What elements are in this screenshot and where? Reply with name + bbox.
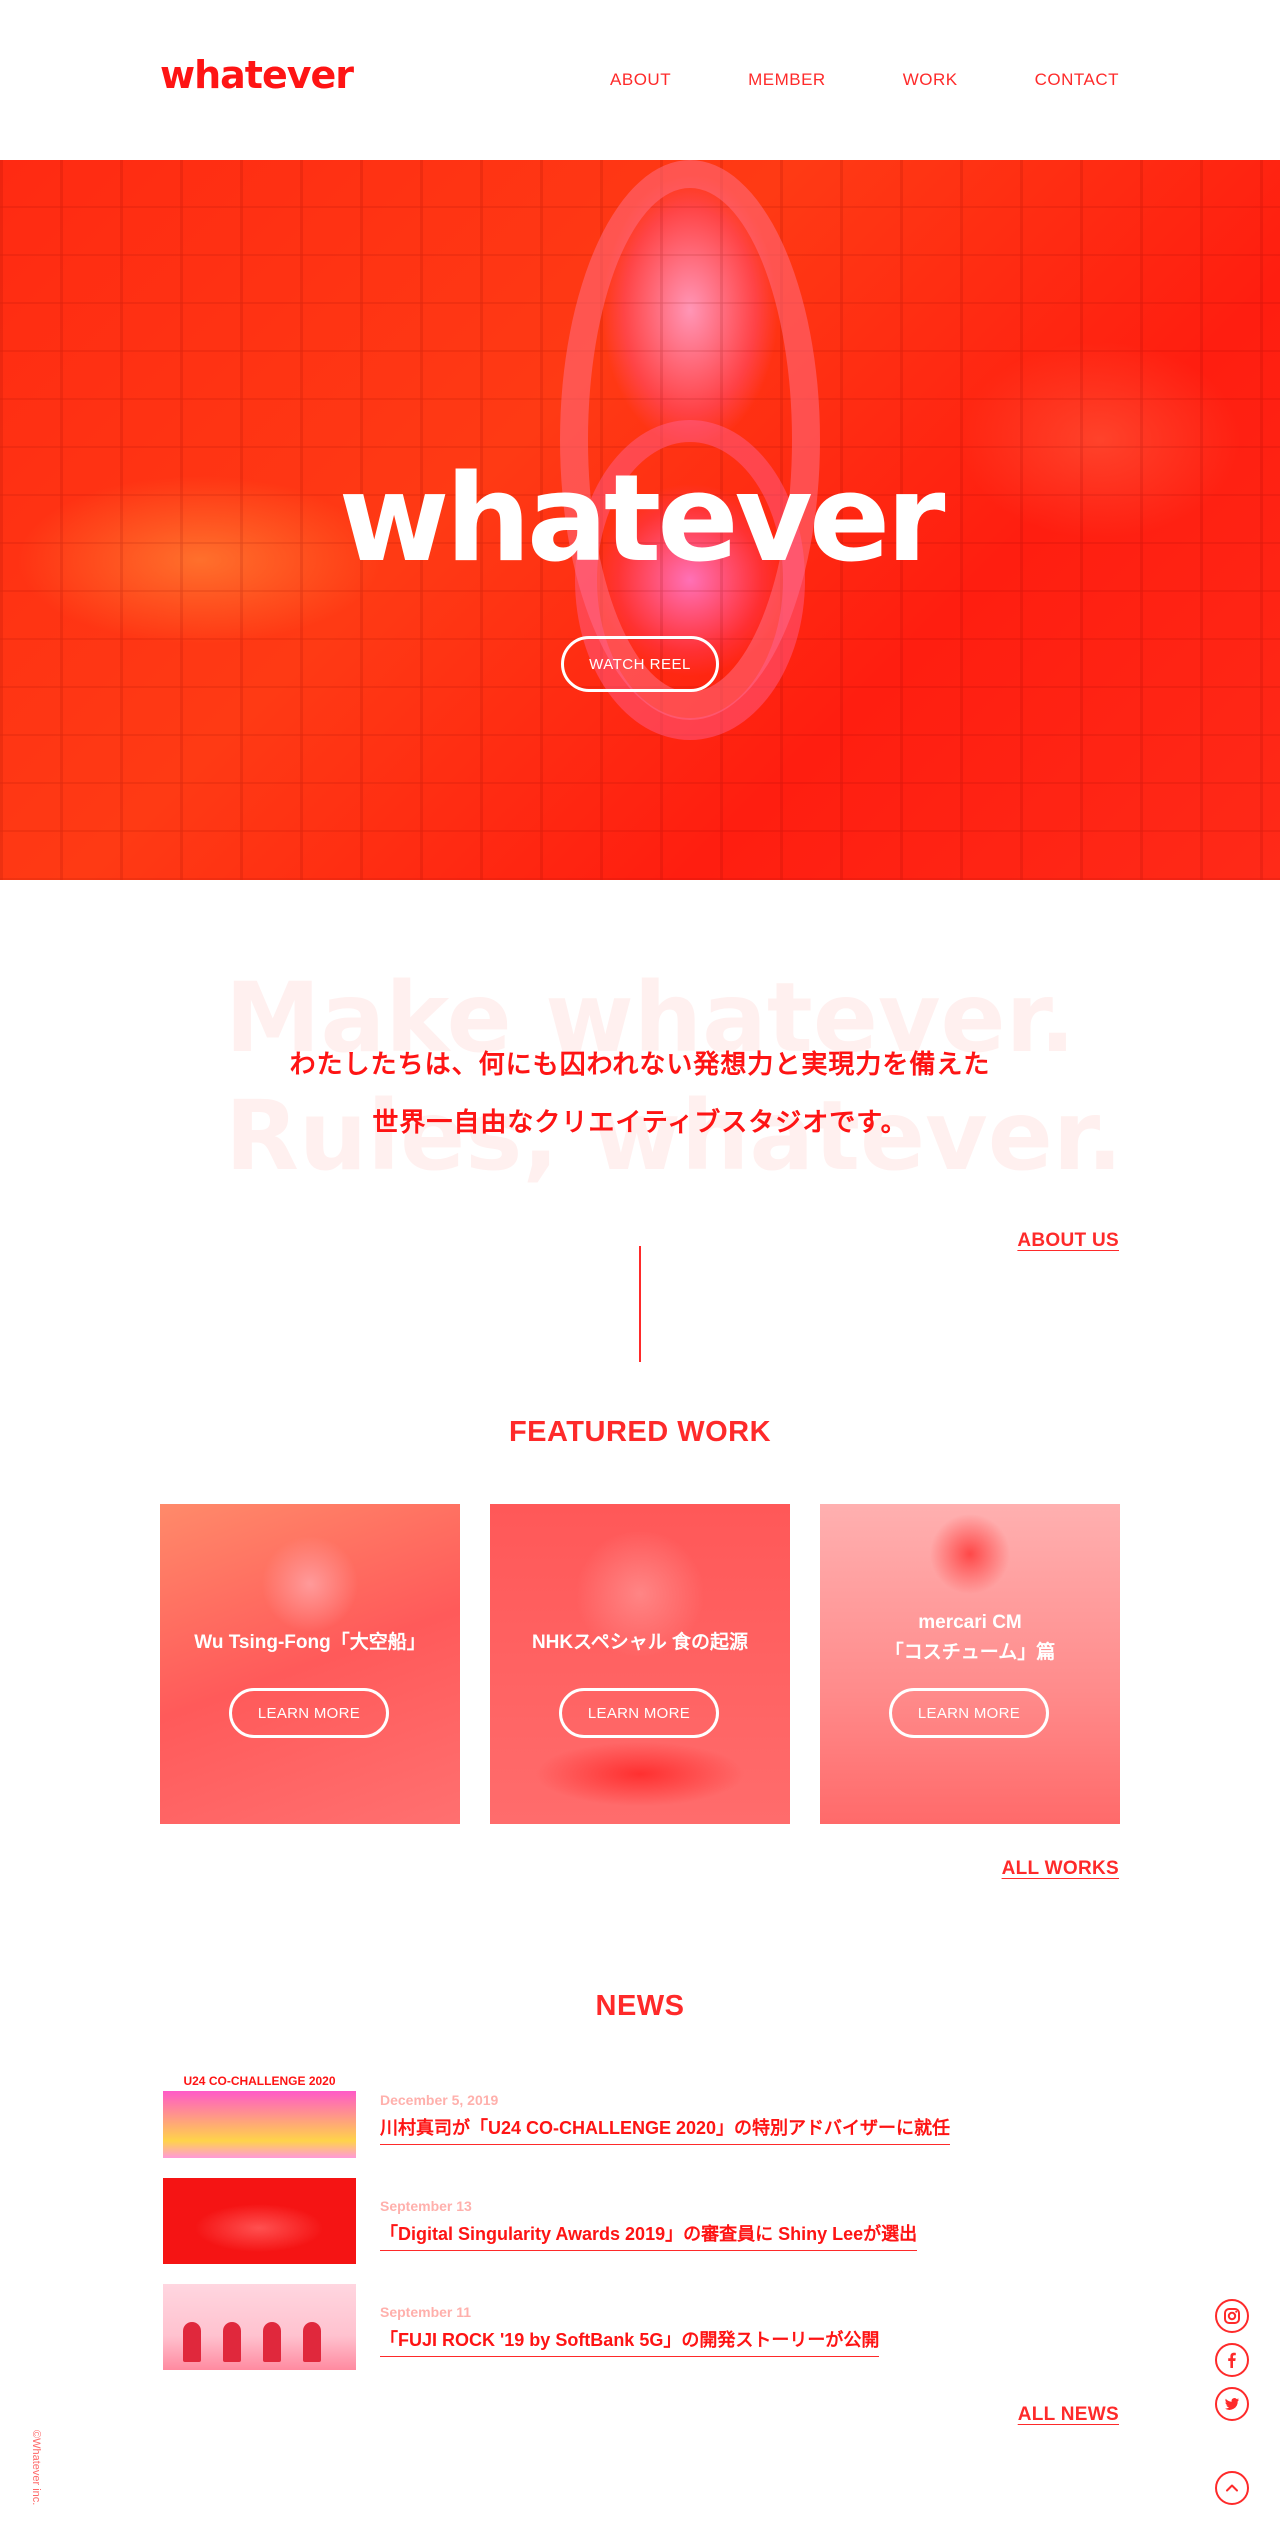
instagram-icon[interactable] — [1215, 2299, 1249, 2333]
news-date: September 11 — [380, 2304, 472, 2320]
work-card-title: mercari CM 「コスチューム」篇 — [820, 1608, 1120, 1668]
news-item[interactable]: September 11 「FUJI ROCK '19 by SoftBank … — [163, 2284, 963, 2374]
thumbnail-label: U24 CO-CHALLENGE 2020 — [183, 2074, 336, 2088]
news-link[interactable]: 川村真司が「U24 CO-CHALLENGE 2020」の特別アドバイザーに就任 — [380, 2114, 951, 2145]
work-card[interactable]: NHKスペシャル 食の起源 LEARN MORE — [490, 1504, 790, 1824]
news-title: NEWS — [595, 1990, 685, 2022]
work-card[interactable]: mercari CM 「コスチューム」篇 LEARN MORE — [820, 1504, 1120, 1824]
hero-section: whatever WATCH REEL — [0, 160, 1280, 880]
work-card[interactable]: Wu Tsing-Fong「大空船」 LEARN MORE — [160, 1504, 460, 1824]
hero-title: whatever — [338, 450, 946, 589]
news-thumbnail: U24 CO-CHALLENGE 2020 — [163, 2072, 356, 2158]
all-works-link[interactable]: ALL WORKS — [1002, 1858, 1119, 1880]
nav-member[interactable]: MEMBER — [748, 70, 826, 90]
thumbnail-figure — [303, 2322, 321, 2362]
work-card-image — [160, 1504, 460, 1824]
news-item[interactable]: U24 CO-CHALLENGE 2020 December 5, 2019 川… — [163, 2072, 963, 2162]
nav-about[interactable]: ABOUT — [610, 70, 671, 90]
site-header: whatever ABOUT MEMBER WORK CONTACT — [0, 0, 1280, 160]
work-card-title: Wu Tsing-Fong「大空船」 — [194, 1632, 426, 1653]
news-date: September 13 — [380, 2198, 472, 2214]
learn-more-button[interactable]: LEARN MORE — [559, 1688, 719, 1738]
intro-text: わたしたちは、何にも囚われない発想力と実現力を備えた — [289, 1049, 991, 1079]
site-logo[interactable]: whatever — [160, 56, 354, 94]
news-link[interactable]: 「Digital Singularity Awards 2019」の審査員に S… — [380, 2220, 918, 2251]
nav-work[interactable]: WORK — [903, 70, 958, 90]
facebook-icon[interactable] — [1215, 2343, 1249, 2377]
intro-text: 世界一自由なクリエイティブスタジオです。 — [372, 1107, 908, 1137]
nav-contact[interactable]: CONTACT — [1035, 70, 1119, 90]
thumbnail-figure — [263, 2322, 281, 2362]
all-news-link[interactable]: ALL NEWS — [1018, 2404, 1119, 2426]
work-card-title-line: mercari CM — [918, 1612, 1022, 1633]
learn-more-button[interactable]: LEARN MORE — [229, 1688, 389, 1738]
thumbnail-figure — [223, 2322, 241, 2362]
learn-more-button[interactable]: LEARN MORE — [889, 1688, 1049, 1738]
work-card-image — [490, 1504, 790, 1824]
watch-reel-button[interactable]: WATCH REEL — [561, 636, 719, 692]
news-thumbnail — [163, 2284, 356, 2370]
news-item[interactable]: September 13 「Digital Singularity Awards… — [163, 2178, 963, 2268]
thumbnail-figure — [183, 2322, 201, 2362]
work-card-title-line: 「コスチューム」篇 — [884, 1642, 1056, 1663]
featured-work-title: FEATURED WORK — [508, 1416, 772, 1448]
news-date: December 5, 2019 — [380, 2092, 499, 2108]
work-card-title: NHKスペシャル 食の起源 — [531, 1632, 749, 1653]
divider-line — [639, 1246, 641, 1362]
back-to-top-button[interactable] — [1215, 2471, 1249, 2505]
main-nav: ABOUT MEMBER WORK CONTACT — [533, 70, 1119, 90]
chevron-up-icon — [1226, 2484, 1238, 2492]
about-us-link[interactable]: ABOUT US — [1017, 1230, 1119, 1252]
news-thumbnail — [163, 2178, 356, 2264]
copyright: ©Whatever inc. — [30, 2430, 42, 2506]
news-link[interactable]: 「FUJI ROCK '19 by SoftBank 5G」の開発ストーリーが公… — [380, 2326, 880, 2357]
twitter-icon[interactable] — [1215, 2387, 1249, 2421]
